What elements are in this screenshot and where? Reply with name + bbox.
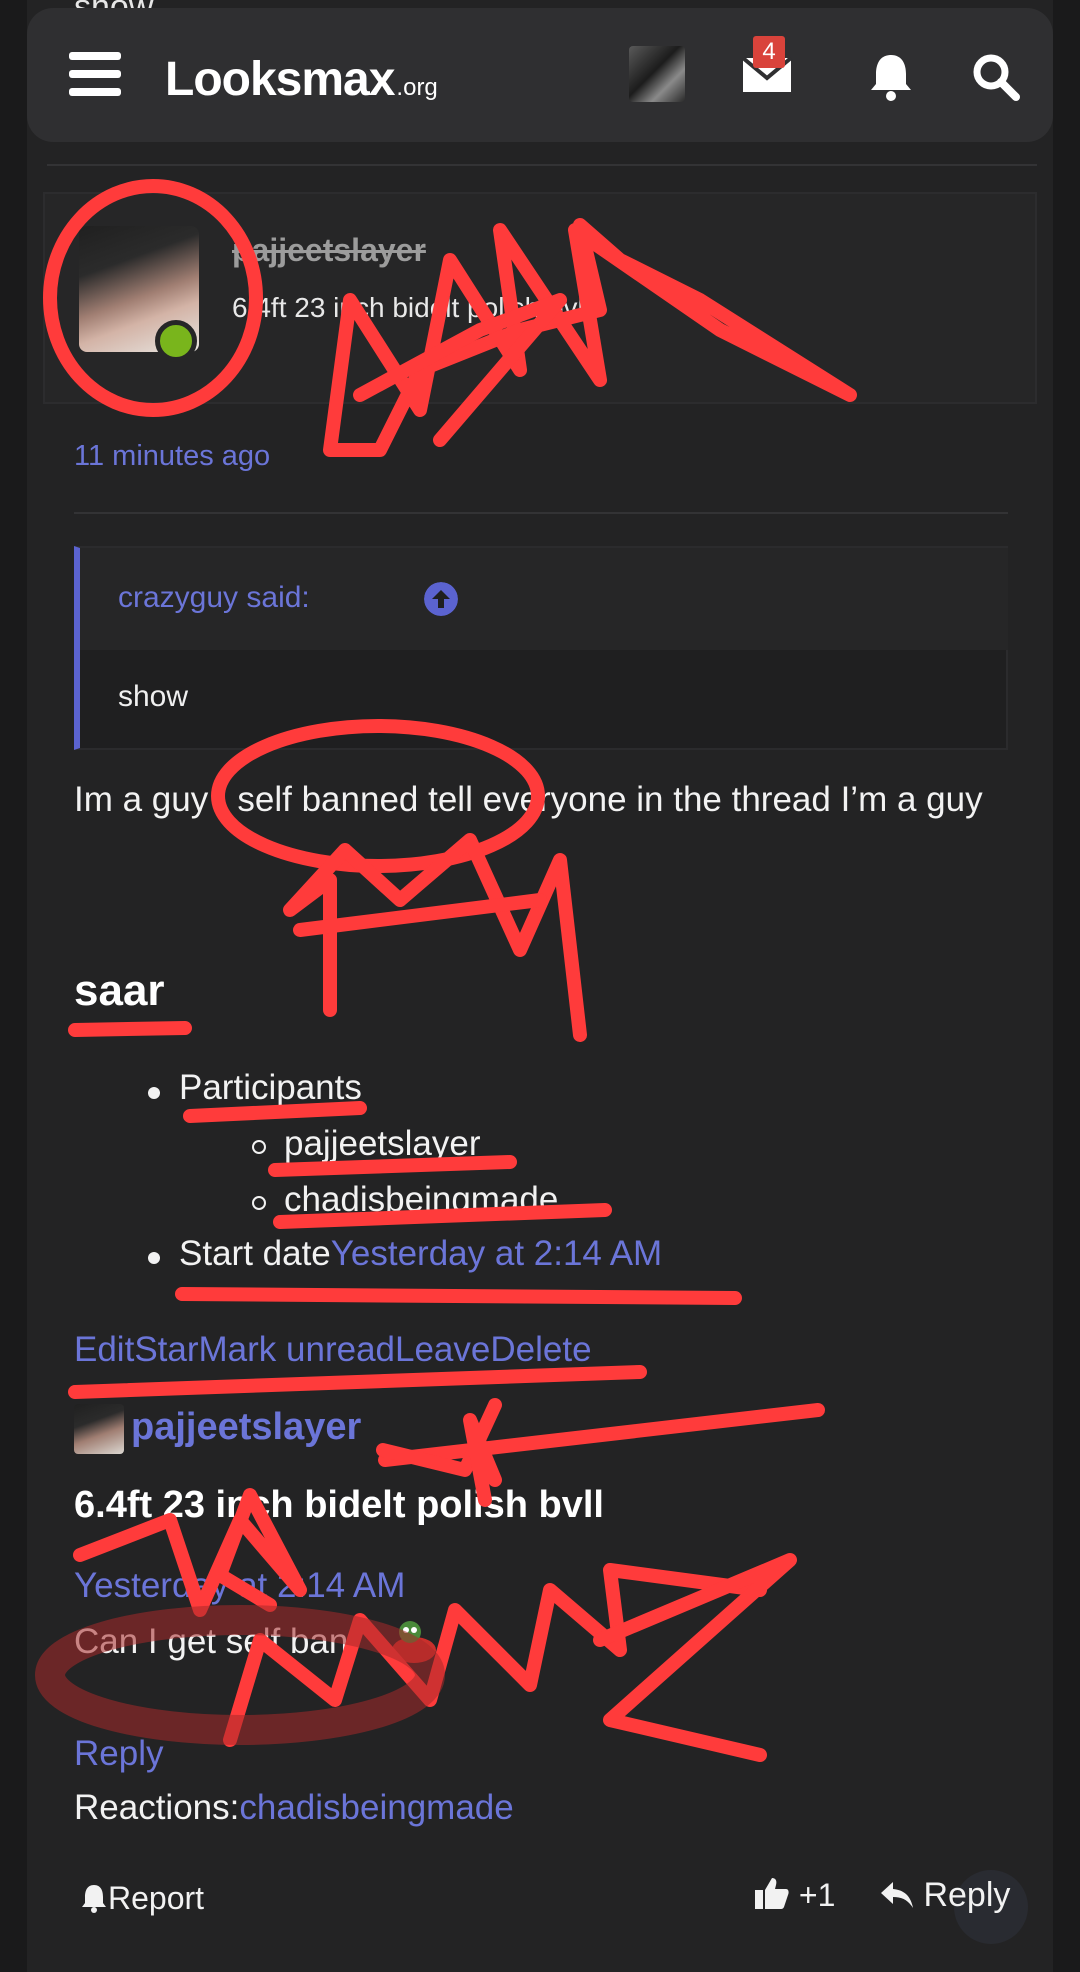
author-username[interactable]: pajjeetslayer — [232, 232, 426, 269]
post-timestamp[interactable]: 11 minutes ago — [74, 440, 270, 473]
mark-unread-link[interactable]: Mark unread — [199, 1330, 395, 1369]
conversation-title: saar — [74, 966, 165, 1015]
post-message: Im a guy I self banned tell everyone in … — [74, 780, 983, 819]
reactions-user-link[interactable]: chadisbeingmade — [239, 1788, 513, 1827]
bullet-icon — [252, 1196, 266, 1210]
bullet-icon — [148, 1252, 160, 1264]
quote-block: crazyguy said: show — [74, 546, 1008, 750]
participant-item: pajjeetslayer — [284, 1124, 481, 1163]
participants-label: Participants — [179, 1068, 362, 1107]
star-link[interactable]: Star — [134, 1330, 198, 1369]
message-timestamp[interactable]: Yesterday at 2:14 AM — [74, 1566, 405, 1606]
start-date-value[interactable]: Yesterday at 2:14 AM — [331, 1234, 662, 1273]
top-navigation-bar: Looksmax.org 4 — [27, 8, 1053, 142]
quote-header: crazyguy said: — [80, 548, 1008, 650]
bell-icon[interactable] — [867, 52, 915, 102]
leave-link[interactable]: Leave — [395, 1330, 490, 1369]
conversation-actions: EditStarMark unreadLeaveDelete — [74, 1330, 592, 1370]
message-reply-link[interactable]: Reply — [74, 1734, 163, 1774]
participant-item: chadisbeingmade — [284, 1180, 559, 1219]
account-avatar[interactable] — [629, 46, 685, 102]
site-logo[interactable]: Looksmax.org — [165, 52, 438, 107]
pepe-emoji-icon — [392, 1621, 436, 1663]
page: show Looksmax.org 4 pajjeetslayer 6.4ft … — [0, 0, 1080, 1972]
inbox-count-badge: 4 — [753, 36, 785, 68]
search-icon[interactable] — [971, 52, 1021, 102]
reply-arrow-icon — [881, 1882, 913, 1908]
quote-text: show — [118, 680, 189, 713]
message-author-title: 6.4ft 23 inch bidelt polish bvll — [74, 1484, 604, 1526]
delete-link[interactable]: Delete — [490, 1330, 591, 1369]
message-author-username[interactable]: pajjeetslayer — [131, 1406, 361, 1449]
start-date-row: Start dateYesterday at 2:14 AM — [179, 1234, 662, 1274]
online-status-indicator — [155, 320, 197, 362]
bell-icon — [82, 1885, 106, 1913]
start-date-label: Start date — [179, 1234, 331, 1273]
reactions-row: Reactions:chadisbeingmade — [74, 1788, 514, 1828]
report-button[interactable]: Report — [80, 1880, 204, 1917]
logo-tld: .org — [396, 74, 438, 101]
edit-link[interactable]: Edit — [74, 1330, 134, 1369]
reply-label: Reply — [923, 1876, 1011, 1914]
divider — [47, 164, 1037, 166]
logo-text: Looksmax — [165, 53, 395, 106]
bullet-icon — [148, 1087, 160, 1099]
message-text: Can I get self ban — [74, 1622, 349, 1661]
bullet-icon — [252, 1140, 266, 1154]
author-title: 6.4ft 23 inch bidelt polish bvll — [232, 292, 590, 323]
like-button[interactable]: +1 — [754, 1876, 835, 1914]
like-count: +1 — [798, 1877, 836, 1913]
jump-to-quote-icon[interactable] — [424, 582, 458, 616]
report-label: Report — [108, 1880, 205, 1916]
message-author-avatar[interactable] — [74, 1404, 124, 1454]
quote-attribution[interactable]: crazyguy said: — [118, 581, 310, 615]
divider — [74, 512, 1008, 514]
reactions-label: Reactions: — [74, 1788, 240, 1827]
reply-button[interactable]: Reply — [880, 1876, 1010, 1915]
thumbs-up-icon — [755, 1878, 789, 1909]
menu-icon[interactable] — [69, 52, 121, 96]
